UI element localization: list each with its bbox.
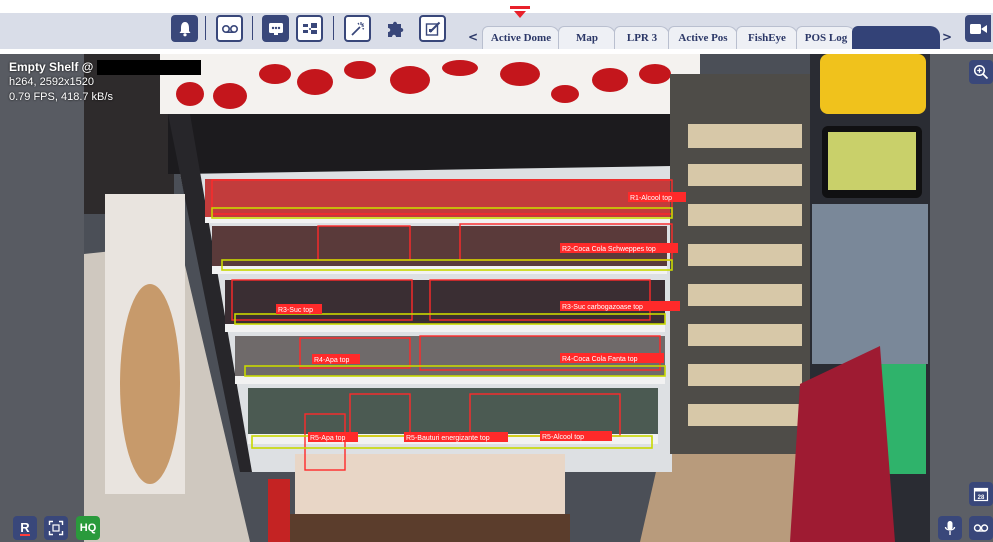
- microphone-icon: [944, 521, 956, 535]
- hq-label: HQ: [79, 522, 97, 534]
- det-label-r5-apa: R5-Apa top: [310, 435, 346, 442]
- edit-layout-button[interactable]: [419, 15, 446, 42]
- det-label-r5-alcool: R5-Alcool top: [542, 434, 584, 441]
- det-label-r4-apa: R4-Apa top: [314, 357, 350, 364]
- redacted-box: [97, 60, 202, 75]
- det-label-r3-suc-carbogazoase: R3-Suc carbogazoase top: [562, 304, 643, 311]
- playback-side-button[interactable]: [969, 516, 993, 540]
- playback-button[interactable]: [216, 15, 243, 42]
- camera-name: Empty Shelf @: [9, 60, 94, 74]
- det-label-r3-suc: R3-Suc top: [278, 307, 313, 314]
- alert-indicator-icon[interactable]: [508, 5, 532, 19]
- camera-osd: Empty Shelf @ h264, 2592x1520 0.79 FPS, …: [9, 60, 202, 105]
- tab-map[interactable]: Map: [558, 26, 616, 49]
- stream-stats: 0.79 FPS, 418.7 kB/s: [9, 91, 113, 103]
- top-toolbar: < Active Dome Map LPR 3 Active Pos FishE…: [0, 0, 993, 54]
- tab-active-dome[interactable]: Active Dome: [482, 26, 560, 49]
- bell-icon: [179, 21, 190, 36]
- monitor-dots-icon: [268, 22, 283, 35]
- notification-bell-button[interactable]: [171, 15, 198, 42]
- fullscreen-button[interactable]: [44, 516, 68, 540]
- det-label-r2-coca-cola: R2-Coca Cola Schweppes top: [562, 246, 656, 253]
- hq-button[interactable]: HQ: [76, 516, 100, 540]
- stream-resolution: h264, 2592x1520: [9, 76, 95, 88]
- toolbar-separator: [252, 16, 253, 40]
- record-button[interactable]: R: [13, 516, 37, 540]
- toolbar-separator: [205, 16, 206, 40]
- det-label-r5-bauturi: R5-Bauturi energizante top: [406, 435, 490, 442]
- tab-active-pos[interactable]: Active Pos: [668, 26, 738, 49]
- grid-switch-icon: [302, 22, 317, 34]
- calendar-button[interactable]: 28: [969, 482, 993, 506]
- puzzle-icon: [387, 21, 403, 37]
- plugins-button[interactable]: [382, 15, 409, 42]
- tab-empty-shelf-active[interactable]: [852, 26, 940, 49]
- video-wall-button[interactable]: [262, 15, 289, 42]
- tape-icon: [973, 524, 989, 532]
- zoom-in-button[interactable]: [969, 60, 993, 84]
- fullscreen-icon: [48, 520, 64, 536]
- microphone-button[interactable]: [938, 516, 962, 540]
- toolbar-separator: [333, 16, 334, 40]
- record-toggle-button[interactable]: [965, 15, 991, 42]
- video-camera-icon: [970, 24, 987, 34]
- calendar-day: 28: [978, 495, 985, 501]
- magic-wand-icon: [350, 21, 364, 36]
- camera-view[interactable]: R1-Alcool top R2-Coca Cola Schweppes top…: [0, 54, 993, 542]
- edit-box-icon: [425, 21, 440, 36]
- record-label: R: [20, 519, 30, 536]
- analytics-button[interactable]: [344, 15, 371, 42]
- tab-pos-log[interactable]: POS Log: [796, 26, 856, 49]
- store-shelf-scene: R1-Alcool top R2-Coca Cola Schweppes top…: [0, 54, 993, 542]
- tab-lpr-3[interactable]: LPR 3: [614, 26, 670, 49]
- det-label-r4-coca-cola-fanta: R4-Coca Cola Fanta top: [562, 356, 638, 363]
- layout-switch-button[interactable]: [296, 15, 323, 42]
- calendar-icon: 28: [973, 487, 989, 502]
- tabs-next-arrow[interactable]: >: [940, 26, 954, 49]
- tape-icon: [221, 24, 238, 33]
- tabs-prev-arrow[interactable]: <: [466, 26, 480, 49]
- zoom-in-icon: [973, 64, 989, 80]
- det-label-r1-alcool: R1-Alcool top: [630, 195, 672, 202]
- tab-fisheye[interactable]: FishEye: [736, 26, 798, 49]
